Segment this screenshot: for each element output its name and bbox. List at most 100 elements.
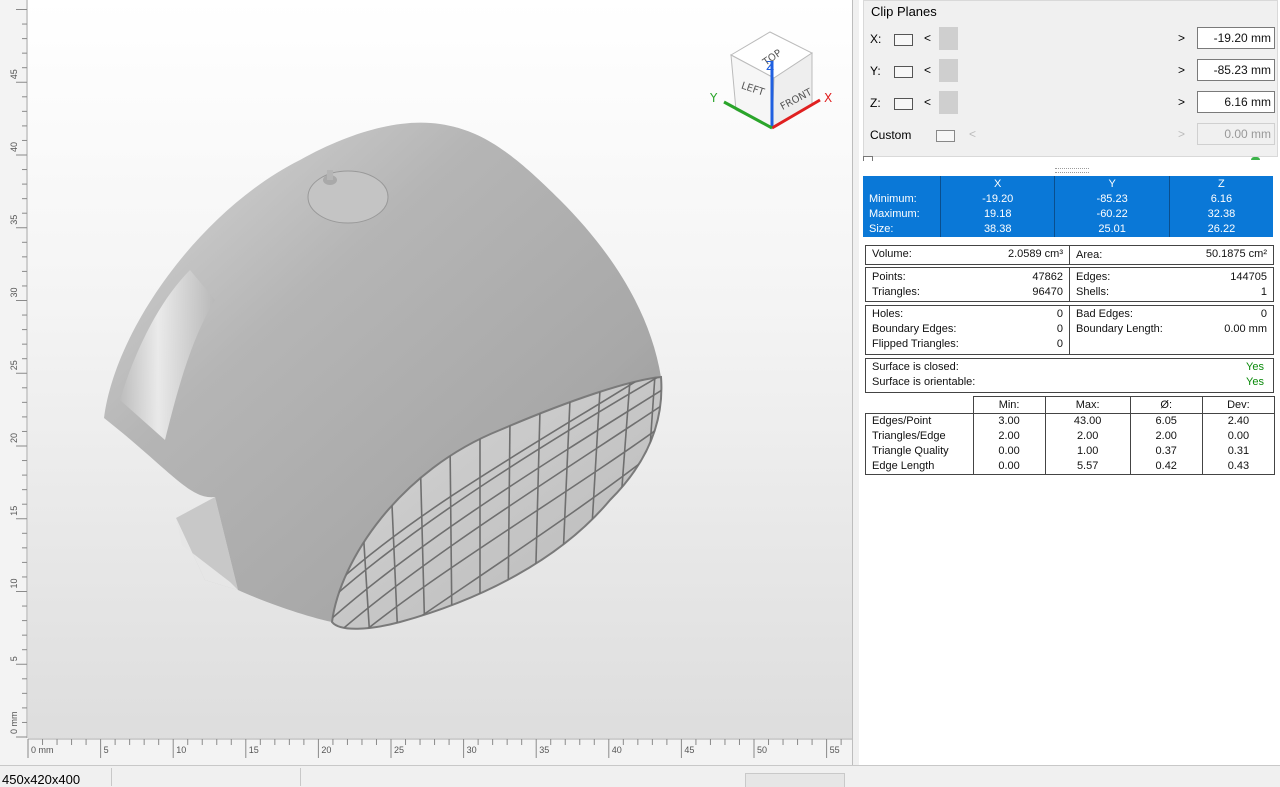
vertical-ruler: 0 mm 5 10 15 20 25 30 35 40 45	[0, 0, 28, 765]
vertical-ruler-label: 20	[9, 433, 19, 443]
clip-x-next-button[interactable]: >	[1178, 31, 1185, 45]
horizontal-ruler-label: 30	[467, 745, 477, 755]
view-cube[interactable]: TOP LEFT FRONT X Y Z	[709, 31, 832, 130]
quality-cell: 0.00	[1201, 429, 1275, 444]
clip-custom-prev-button[interactable]: <	[969, 127, 976, 141]
clip-custom-value-input[interactable]: 0.00 mm	[1197, 123, 1275, 145]
quality-header-dev: Dev:	[1201, 396, 1275, 414]
clip-x-prev-button[interactable]: <	[924, 31, 931, 45]
clip-z-value-input[interactable]: 6.16 mm	[1197, 91, 1275, 113]
flipped-triangles-value: 0	[1056, 338, 1063, 350]
bounds-table[interactable]: X Y Z Minimum: -19.20 -85.23 6.16 Maximu…	[863, 176, 1273, 237]
boundary-length-value: 0.00 mm	[1224, 323, 1267, 335]
quality-cell: 0.00	[972, 459, 1046, 475]
bounds-cell: 32.38	[1168, 207, 1273, 222]
edges-label: Edges:	[1076, 271, 1111, 283]
quality-cell: 3.00	[972, 413, 1046, 429]
surface-closed-label: Surface is closed:	[872, 361, 959, 373]
bounds-header-corner	[863, 176, 941, 192]
triangles-value: 96470	[1032, 286, 1063, 298]
clip-x-checkbox[interactable]	[894, 34, 913, 46]
horizontal-ruler-label: 10	[176, 745, 186, 755]
panel-splitter[interactable]	[1055, 168, 1089, 173]
bounds-cell: -60.22	[1054, 207, 1170, 222]
clip-x-value-input[interactable]: -19.20 mm	[1197, 27, 1275, 49]
area-label: Area:	[1076, 249, 1103, 261]
bounds-row-size: Size: 38.38 25.01 26.22	[863, 222, 1273, 237]
surface-closed-value: Yes	[1246, 361, 1264, 373]
horizontal-ruler-label: 45	[684, 745, 694, 755]
horizontal-ruler-label: 20	[321, 745, 331, 755]
quality-cell: 0.00	[972, 444, 1046, 459]
boundary-edges-value: 0	[1056, 323, 1063, 335]
clip-z-checkbox[interactable]	[894, 98, 913, 110]
horizontal-ruler: 0 mm 5 10 15 20 25 30 35 40 45 50 55	[0, 738, 852, 765]
points-label: Points:	[872, 271, 906, 283]
holes-label: Holes:	[872, 308, 904, 320]
bounds-cell: 25.01	[1054, 222, 1170, 237]
status-separator	[300, 768, 301, 786]
clip-custom-checkbox[interactable]	[936, 130, 955, 142]
bounds-header-z: Z	[1168, 176, 1273, 192]
status-separator	[111, 768, 112, 786]
bounds-header-row: X Y Z	[863, 176, 1273, 192]
quality-header-corner	[866, 397, 974, 414]
clip-y-prev-button[interactable]: <	[924, 63, 931, 77]
clip-row-custom: Custom < > 0.00 mm	[864, 122, 1277, 148]
horizontal-ruler-label: 0 mm	[31, 745, 54, 755]
points-value: 47862	[1032, 271, 1063, 283]
clip-custom-label: Custom	[870, 128, 912, 142]
model-canvas[interactable]: TOP LEFT FRONT X Y Z	[0, 0, 852, 765]
horizontal-ruler-label: 40	[612, 745, 622, 755]
clip-y-label: Y:	[870, 64, 881, 78]
clip-options-checkbox[interactable]	[863, 156, 873, 161]
quality-cell: 0.31	[1201, 444, 1275, 459]
quality-table: Min: Max: Ø: Dev: Edges/Point 3.00 43.00…	[865, 396, 1275, 475]
boundary-edges-label: Boundary Edges:	[872, 323, 957, 335]
bounds-cell: 38.38	[939, 222, 1055, 237]
quality-row: Edges/Point 3.00 43.00 6.05 2.40	[865, 413, 1275, 429]
clip-row-z: Z: < > 6.16 mm	[864, 90, 1277, 116]
clip-y-value-input[interactable]: -85.23 mm	[1197, 59, 1275, 81]
quality-cell: 0.43	[1201, 459, 1275, 475]
quality-cell: 2.00	[1129, 429, 1203, 444]
quality-cell: 2.00	[972, 429, 1046, 444]
clip-z-next-button[interactable]: >	[1178, 95, 1185, 109]
horizontal-ruler-label: 55	[830, 745, 840, 755]
clip-z-prev-button[interactable]: <	[924, 95, 931, 109]
vertical-ruler-label: 5	[9, 656, 19, 661]
quality-label: Triangle Quality	[865, 444, 973, 459]
surface-orientable-label: Surface is orientable:	[872, 376, 976, 388]
edges-value: 144705	[1230, 271, 1267, 283]
area-value: 50.1875 cm²	[1205, 248, 1267, 260]
quality-header-max: Max:	[1044, 396, 1131, 414]
quality-label: Triangles/Edge	[865, 429, 973, 444]
quality-header-row: Min: Max: Ø: Dev:	[866, 396, 1275, 414]
3d-viewport[interactable]: TOP LEFT FRONT X Y Z 0 mm 5 10 15 20 25 30 35 40…	[0, 0, 853, 765]
shell-model	[104, 122, 663, 630]
quality-cell: 2.40	[1201, 413, 1275, 429]
clip-y-checkbox[interactable]	[894, 66, 913, 78]
quality-row: Triangles/Edge 2.00 2.00 2.00 0.00	[865, 429, 1275, 444]
quality-label: Edges/Point	[865, 413, 973, 429]
clip-z-slider-thumb[interactable]	[939, 91, 958, 114]
quality-cell: 6.05	[1129, 413, 1203, 429]
volume-label: Volume:	[872, 248, 912, 260]
axis-label-y: Y	[709, 91, 718, 105]
boundary-length-label: Boundary Length:	[1076, 323, 1163, 335]
bad-edges-value: 0	[1260, 308, 1267, 320]
clip-y-next-button[interactable]: >	[1178, 63, 1185, 77]
quality-cell: 5.57	[1044, 459, 1131, 475]
clip-custom-next-button[interactable]: >	[1178, 127, 1185, 141]
bounds-cell: 6.16	[1168, 192, 1273, 207]
horizontal-ruler-label: 50	[757, 745, 767, 755]
bounds-label: Minimum:	[869, 193, 917, 205]
vertical-ruler-label: 35	[9, 215, 19, 225]
clip-x-slider-thumb[interactable]	[939, 27, 958, 50]
clip-y-slider-thumb[interactable]	[939, 59, 958, 82]
vertical-ruler-label: 30	[9, 287, 19, 297]
quality-cell: 0.37	[1129, 444, 1203, 459]
bad-edges-label: Bad Edges:	[1076, 308, 1133, 320]
clip-row-x: X: < > -19.20 mm	[864, 26, 1277, 52]
quality-row: Edge Length 0.00 5.57 0.42 0.43	[865, 459, 1275, 475]
